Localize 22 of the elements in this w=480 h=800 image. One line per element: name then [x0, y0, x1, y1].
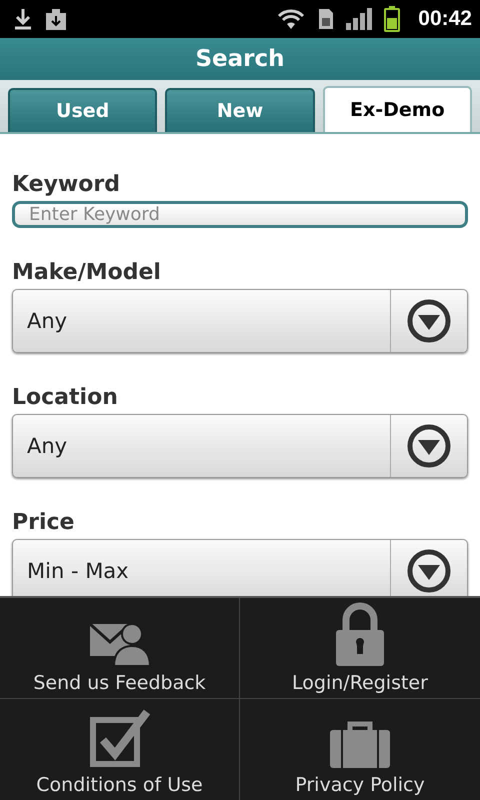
field-label: Keyword	[12, 172, 121, 197]
battery-icon	[384, 6, 400, 32]
signal-icon	[346, 8, 372, 30]
field-label: Price	[12, 510, 76, 535]
keyword-field[interactable]: Enter Keyword	[12, 201, 468, 228]
tab[interactable]: Used	[8, 88, 158, 132]
menu-item[interactable]: Send us Feedback	[0, 598, 240, 699]
bag-download-icon	[44, 7, 68, 31]
tab[interactable]: Ex-Demo	[322, 86, 472, 132]
field-label: Make/Model	[12, 260, 162, 285]
clock-time: 00:42	[418, 7, 472, 31]
field-label: Location	[12, 385, 119, 410]
dropdown[interactable]: Any	[12, 289, 468, 353]
sim-card-icon	[318, 8, 334, 30]
dropdown[interactable]: Any	[12, 414, 468, 478]
wifi-icon	[276, 8, 306, 30]
checkbox-icon	[88, 708, 150, 770]
screen-title: Search	[195, 46, 285, 72]
download-icon	[14, 8, 32, 30]
tab[interactable]: New	[165, 88, 315, 132]
briefcase-icon	[328, 720, 392, 770]
dropdown[interactable]: Min - Max	[12, 539, 468, 596]
